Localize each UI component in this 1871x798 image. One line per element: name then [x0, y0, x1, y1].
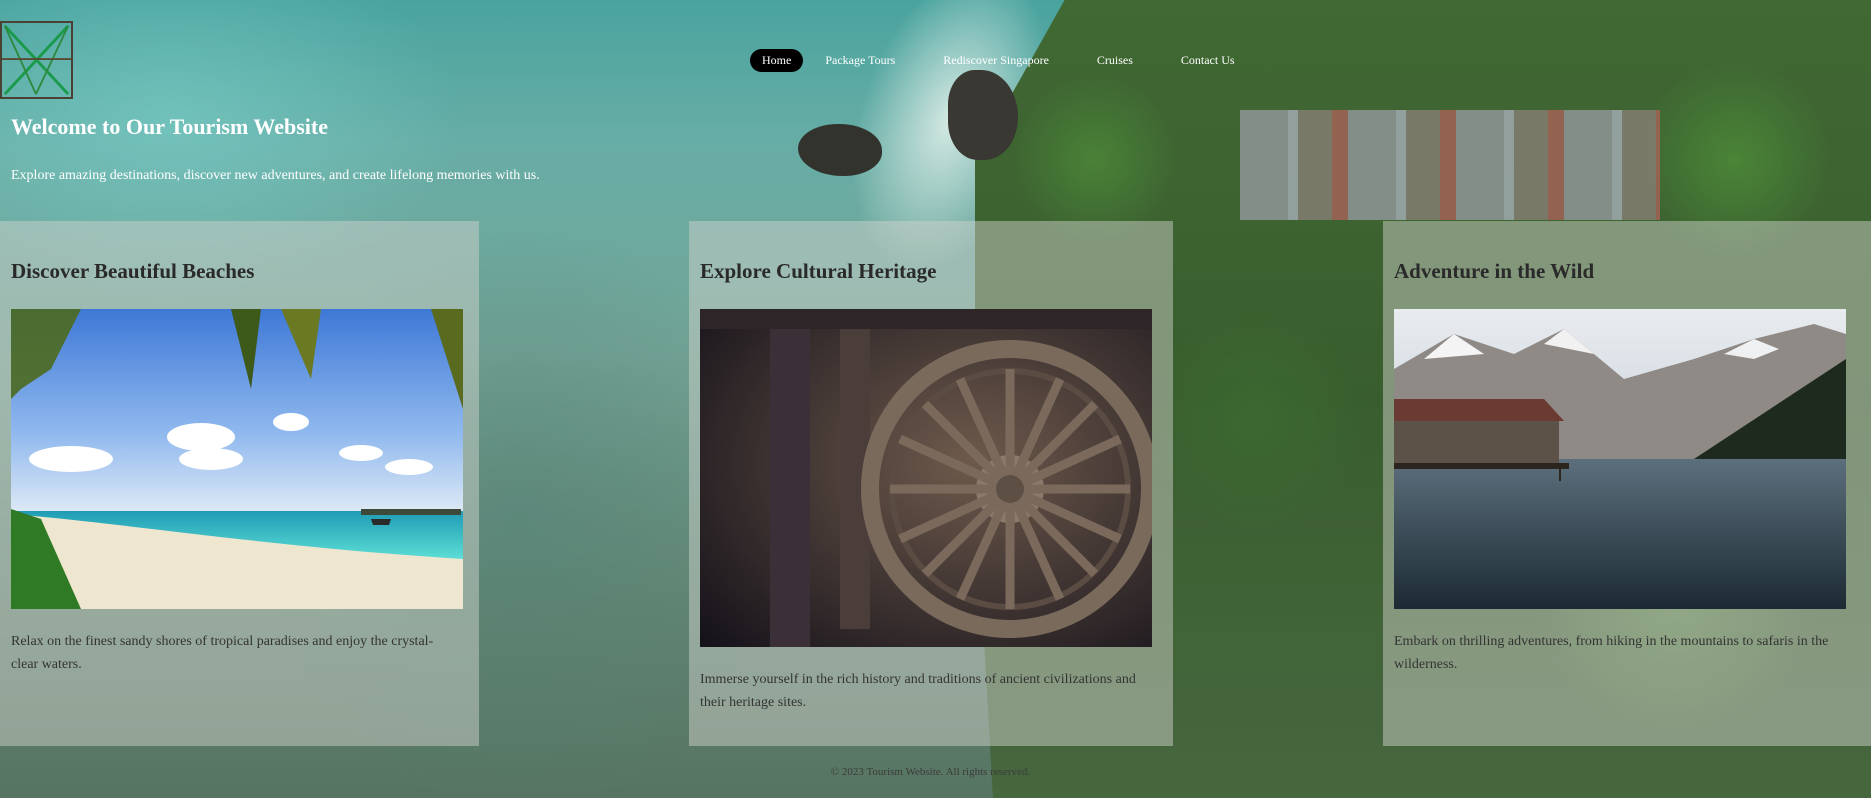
nav-package-tours[interactable]: Package Tours — [813, 49, 907, 72]
card-description: Relax on the finest sandy shores of trop… — [11, 634, 434, 672]
mountain-lake-illustration — [1394, 309, 1846, 609]
nav-cruises[interactable]: Cruises — [1085, 49, 1145, 72]
stone-wheel-illustration — [700, 309, 1152, 647]
footer-copyright: © 2023 Tourism Website. All rights reser… — [830, 766, 1031, 778]
beach-photo-illustration — [11, 309, 463, 609]
card-description: Immerse yourself in the rich history and… — [700, 672, 1136, 710]
card-description: Embark on thrilling adventures, from hik… — [1394, 634, 1829, 672]
card-title: Adventure in the Wild — [1394, 259, 1595, 283]
adventure-image — [1394, 309, 1846, 609]
nav-contact-us[interactable]: Contact Us — [1169, 49, 1247, 72]
card-title: Discover Beautiful Beaches — [11, 259, 255, 283]
heritage-image — [700, 309, 1152, 647]
card-beaches: Discover Beautiful Beaches Relax on the … — [0, 221, 479, 746]
card-adventure: Adventure in the Wild Embark on thrillin… — [1383, 221, 1871, 746]
page-title: Welcome to Our Tourism Website — [11, 114, 328, 139]
site-logo[interactable] — [0, 21, 73, 99]
placeholder-image-icon — [2, 24, 71, 96]
card-title: Explore Cultural Heritage — [700, 259, 937, 283]
nav-rediscover-singapore[interactable]: Rediscover Singapore — [931, 49, 1061, 72]
nav-home[interactable]: Home — [750, 49, 804, 72]
beach-image — [11, 309, 463, 609]
card-heritage: Explore Cultural Heritage Immerse yourse… — [689, 221, 1173, 746]
main-nav: Home Package Tours Rediscover Singapore … — [750, 49, 1247, 72]
page-subtitle: Explore amazing destinations, discover n… — [11, 168, 540, 183]
